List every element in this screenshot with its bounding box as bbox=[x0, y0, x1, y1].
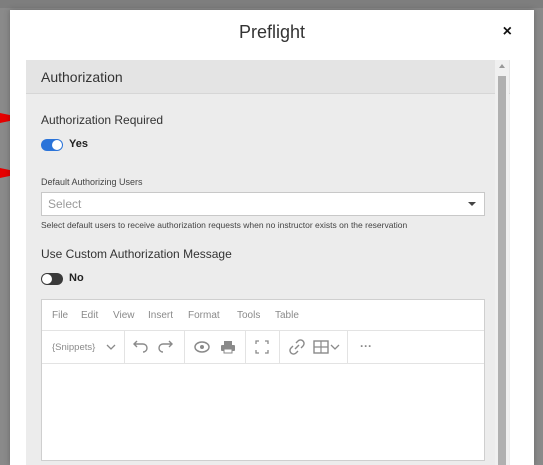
menu-file[interactable]: File bbox=[52, 310, 68, 321]
toggle-knob bbox=[52, 140, 62, 150]
print-icon[interactable] bbox=[219, 338, 237, 356]
content-scrollbar[interactable] bbox=[495, 60, 509, 465]
table-icon[interactable] bbox=[312, 338, 330, 356]
menu-tools[interactable]: Tools bbox=[237, 310, 260, 321]
modal-title: Preflight bbox=[238, 22, 306, 42]
snippets-chevron-down-icon bbox=[106, 344, 116, 350]
fullscreen-icon[interactable] bbox=[253, 338, 271, 356]
toolbar-divider bbox=[184, 331, 185, 363]
section-title: Authorization bbox=[41, 69, 123, 85]
default-users-label: Default Authorizing Users bbox=[41, 177, 143, 187]
table-chevron-down-icon[interactable] bbox=[330, 338, 340, 356]
authorization-required-label: Authorization Required bbox=[41, 113, 164, 127]
menu-format[interactable]: Format bbox=[188, 310, 220, 321]
toolbar-divider bbox=[245, 331, 246, 363]
close-button[interactable]: × bbox=[503, 24, 512, 40]
menu-view[interactable]: View bbox=[113, 310, 135, 321]
custom-message-label: Use Custom Authorization Message bbox=[41, 247, 232, 261]
editor-toolbar: {Snippets} ··· bbox=[42, 331, 484, 364]
preflight-modal: Preflight × Authorization Authorization … bbox=[10, 10, 534, 465]
editor-body[interactable] bbox=[42, 364, 484, 460]
toolbar-divider bbox=[347, 331, 348, 363]
toggle-knob bbox=[42, 274, 52, 284]
default-users-select[interactable]: Select bbox=[41, 192, 485, 216]
toolbar-divider bbox=[279, 331, 280, 363]
link-icon[interactable] bbox=[288, 338, 306, 356]
backdrop bbox=[0, 0, 543, 8]
select-placeholder: Select bbox=[48, 197, 82, 211]
more-options-icon[interactable]: ··· bbox=[360, 339, 372, 353]
menu-insert[interactable]: Insert bbox=[148, 310, 173, 321]
modal-content: Authorization Authorization Required Yes… bbox=[26, 60, 510, 465]
scroll-thumb[interactable] bbox=[498, 76, 506, 465]
default-users-help: Select default users to receive authoriz… bbox=[41, 220, 408, 230]
editor-menubar: File Edit View Insert Format Tools Table bbox=[42, 300, 484, 331]
authorization-required-value: Yes bbox=[69, 138, 88, 150]
scroll-up-icon[interactable] bbox=[499, 64, 505, 68]
rich-text-editor: File Edit View Insert Format Tools Table… bbox=[41, 299, 485, 461]
snippets-dropdown[interactable]: {Snippets} bbox=[52, 342, 95, 353]
menu-table[interactable]: Table bbox=[275, 310, 299, 321]
caret-down-icon bbox=[468, 202, 476, 206]
custom-message-value: No bbox=[69, 272, 84, 284]
toolbar-divider bbox=[124, 331, 125, 363]
undo-icon[interactable] bbox=[131, 338, 149, 356]
authorization-required-toggle[interactable] bbox=[41, 139, 63, 151]
menu-edit[interactable]: Edit bbox=[81, 310, 98, 321]
custom-message-toggle[interactable] bbox=[41, 273, 63, 285]
section-header: Authorization bbox=[26, 60, 510, 94]
redo-icon[interactable] bbox=[157, 338, 175, 356]
preview-eye-icon[interactable] bbox=[193, 338, 211, 356]
